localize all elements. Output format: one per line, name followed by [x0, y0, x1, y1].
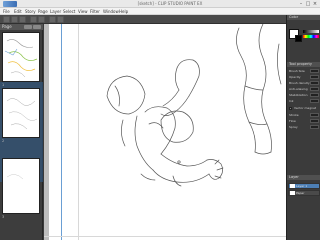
- hue-slider[interactable]: [303, 35, 319, 38]
- new-file-icon[interactable]: [3, 16, 10, 23]
- page-thumbnail[interactable]: [2, 32, 40, 82]
- menu-help[interactable]: Help: [119, 8, 128, 15]
- property-row[interactable]: Stabilization: [289, 93, 319, 97]
- tool-property-header: Tool property: [287, 62, 320, 67]
- page-panel-header: Page: [0, 24, 43, 30]
- page-number: 3: [2, 215, 5, 219]
- property-label: Vector magnet: [294, 106, 317, 110]
- menu-page[interactable]: Page: [38, 8, 48, 15]
- menu-layer[interactable]: Layer: [50, 8, 61, 15]
- color-panel-header: Color: [287, 15, 320, 20]
- save-icon[interactable]: [19, 16, 26, 23]
- property-value[interactable]: [310, 125, 319, 129]
- property-row[interactable]: Brush Size: [289, 69, 319, 73]
- transform-icon[interactable]: [57, 16, 64, 23]
- sub-color-swatch[interactable]: [295, 35, 302, 42]
- property-label: Opacity: [289, 75, 301, 79]
- property-label: Ink: [289, 99, 294, 103]
- layer-row[interactable]: Paper: [288, 190, 320, 196]
- property-value[interactable]: [310, 99, 319, 103]
- layer-name: Layer 1: [296, 184, 308, 188]
- property-row[interactable]: Spray: [289, 125, 319, 129]
- layer-thumbnail: [290, 191, 295, 195]
- property-row[interactable]: Brush density: [289, 81, 319, 85]
- property-row[interactable]: Vector magnet: [294, 106, 319, 110]
- checkbox[interactable]: [289, 107, 292, 110]
- property-label: Stabilization: [289, 93, 308, 97]
- canvas-area[interactable]: [44, 24, 286, 240]
- property-row[interactable]: Ink: [289, 99, 319, 103]
- page-manager-panel: Page 1 2 3: [0, 24, 43, 240]
- command-bar: [0, 15, 286, 24]
- guide-line: [44, 236, 286, 237]
- page-number: 1: [2, 83, 5, 87]
- page-thumbnail[interactable]: [2, 158, 40, 214]
- property-value[interactable]: [310, 113, 319, 117]
- property-row[interactable]: Flow: [289, 119, 319, 123]
- app-window: [sketch] - CLIP STUDIO PAINT EX – □ × Fi…: [0, 0, 320, 240]
- open-file-icon[interactable]: [11, 16, 18, 23]
- layer-thumbnail: [290, 184, 295, 188]
- property-value[interactable]: [310, 93, 319, 97]
- property-row[interactable]: Opacity: [289, 75, 319, 79]
- layer-row[interactable]: Layer 1: [288, 183, 320, 189]
- property-label: Stroke: [289, 113, 299, 117]
- tool-property-label: Tool property: [289, 62, 312, 66]
- property-row[interactable]: Anti-aliasing: [289, 87, 319, 91]
- title-bar: [sketch] - CLIP STUDIO PAINT EX – □ ×: [0, 0, 320, 8]
- panel-menu-icon[interactable]: [24, 25, 32, 29]
- property-label: Anti-aliasing: [289, 87, 308, 91]
- color-panel-label: Color: [289, 15, 299, 19]
- right-dock-panel: Color Tool property Brush Size Opacity B…: [286, 15, 320, 240]
- brightness-slider[interactable]: [303, 30, 319, 33]
- page-number: 2: [2, 139, 5, 143]
- property-value[interactable]: [310, 119, 319, 123]
- pencil-sketch: [106, 24, 282, 187]
- redo-icon[interactable]: [38, 16, 45, 23]
- maximize-button[interactable]: □: [305, 1, 311, 7]
- page-thumbnail[interactable]: [2, 88, 40, 138]
- drawing-page[interactable]: [49, 24, 286, 240]
- property-value[interactable]: [310, 75, 319, 79]
- menu-file[interactable]: File: [3, 8, 10, 15]
- page-panel-label: Page: [2, 24, 12, 29]
- menu-bar: File Edit Story Page Layer Select View F…: [0, 8, 320, 15]
- layer-panel-label: Layer: [289, 175, 299, 179]
- clear-icon[interactable]: [49, 16, 56, 23]
- close-button[interactable]: ×: [312, 1, 318, 7]
- property-label: Brush Size: [289, 69, 305, 73]
- layer-name: Paper: [296, 191, 305, 195]
- property-label: Brush density: [289, 81, 310, 85]
- menu-story[interactable]: Story: [25, 8, 36, 15]
- menu-view[interactable]: View: [78, 8, 88, 15]
- window-title: [sketch] - CLIP STUDIO PAINT EX: [137, 1, 203, 6]
- menu-window[interactable]: Window: [103, 8, 119, 15]
- menu-edit[interactable]: Edit: [14, 8, 22, 15]
- undo-icon[interactable]: [30, 16, 37, 23]
- minimize-button[interactable]: –: [298, 1, 304, 7]
- property-label: Flow: [289, 119, 296, 123]
- property-value[interactable]: [310, 87, 319, 91]
- layer-panel-header: Layer: [287, 175, 320, 180]
- property-value[interactable]: [310, 81, 319, 85]
- property-label: Spray: [289, 125, 298, 129]
- app-logo-icon: [3, 1, 17, 7]
- property-value[interactable]: [310, 69, 319, 73]
- property-row[interactable]: Stroke: [289, 113, 319, 117]
- menu-filter[interactable]: Filter: [90, 8, 100, 15]
- menu-select[interactable]: Select: [63, 8, 75, 15]
- panel-close-icon[interactable]: [33, 25, 41, 29]
